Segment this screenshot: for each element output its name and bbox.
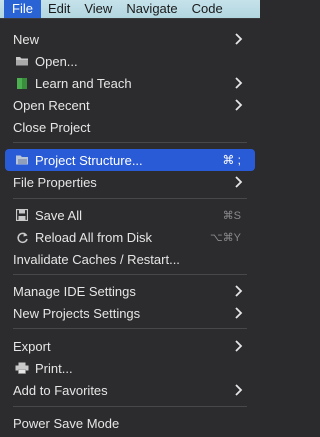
menu-separator (13, 328, 247, 329)
project-structure-icon (15, 153, 29, 167)
menu-item-print[interactable]: Print... (5, 357, 255, 379)
shortcut-label: ⌥⌘Y (209, 231, 241, 244)
chevron-right-icon (235, 285, 243, 297)
menubar-file[interactable]: File (4, 0, 41, 18)
printer-icon (15, 361, 29, 375)
menubar-edit[interactable]: Edit (41, 0, 77, 18)
menu-item-export[interactable]: Export (5, 335, 255, 357)
chevron-right-icon (235, 340, 243, 352)
chevron-right-icon (235, 33, 243, 45)
menu-item-reload-all[interactable]: Reload All from Disk ⌥⌘Y (5, 226, 255, 248)
menu-item-invalidate-caches[interactable]: Invalidate Caches / Restart... (5, 248, 255, 270)
menu-item-save-all[interactable]: Save All ⌘S (5, 204, 255, 226)
menu-item-project-structure[interactable]: Project Structure... ⌘ ; (5, 149, 255, 171)
menu-item-file-properties[interactable]: File Properties (5, 171, 255, 193)
menu-item-add-to-favorites[interactable]: Add to Favorites (5, 379, 255, 401)
book-icon (15, 76, 29, 90)
menu-item-label: Open... (35, 53, 78, 69)
menu-separator (13, 406, 247, 407)
menu-item-new-projects-settings[interactable]: New Projects Settings (5, 302, 255, 324)
chevron-right-icon (235, 307, 243, 319)
menu-separator (13, 274, 247, 275)
shortcut-label: ⌘ ; (222, 153, 241, 167)
menu-item-label: New Projects Settings (13, 305, 141, 321)
menu-item-label: Learn and Teach (35, 75, 132, 91)
menu-item-label: Open Recent (13, 97, 90, 113)
menu-item-label: Project Structure... (35, 152, 143, 168)
menu-item-manage-ide-settings[interactable]: Manage IDE Settings (5, 280, 255, 302)
menu-item-power-save-mode[interactable]: Power Save Mode (5, 412, 255, 434)
menu-item-label: Print... (35, 360, 73, 376)
menu-item-label: Manage IDE Settings (13, 283, 136, 299)
save-icon (15, 208, 29, 222)
menu-item-close-project[interactable]: Close Project (5, 116, 255, 138)
menu-item-learn-and-teach[interactable]: Learn and Teach (5, 72, 255, 94)
menu-item-open[interactable]: Open... (5, 50, 255, 72)
menu-item-label: Power Save Mode (13, 415, 120, 431)
reload-icon (15, 230, 29, 244)
menu-item-label: Save All (35, 207, 82, 223)
file-menu: New Open... Learn and Teach Open Recent … (0, 18, 260, 437)
menu-item-label: Invalidate Caches / Restart... (13, 251, 180, 267)
menu-item-label: Export (13, 338, 51, 354)
chevron-right-icon (235, 99, 243, 111)
menu-item-new[interactable]: New (5, 28, 255, 50)
menu-item-label: File Properties (13, 174, 97, 190)
menu-item-label: Reload All from Disk (35, 229, 153, 245)
menu-separator (13, 142, 247, 143)
menubar-code[interactable]: Code (185, 0, 230, 18)
folder-icon (15, 54, 29, 68)
chevron-right-icon (235, 384, 243, 396)
shortcut-label: ⌘S (222, 209, 241, 222)
menu-item-open-recent[interactable]: Open Recent (5, 94, 255, 116)
menu-item-label: Add to Favorites (13, 382, 108, 398)
menubar-view[interactable]: View (77, 0, 119, 18)
menu-bar: File Edit View Navigate Code (0, 0, 260, 18)
menu-item-label: New (13, 31, 40, 47)
menubar-navigate[interactable]: Navigate (119, 0, 184, 18)
chevron-right-icon (235, 176, 243, 188)
menu-item-label: Close Project (13, 119, 91, 135)
menu-separator (13, 198, 247, 199)
chevron-right-icon (235, 77, 243, 89)
